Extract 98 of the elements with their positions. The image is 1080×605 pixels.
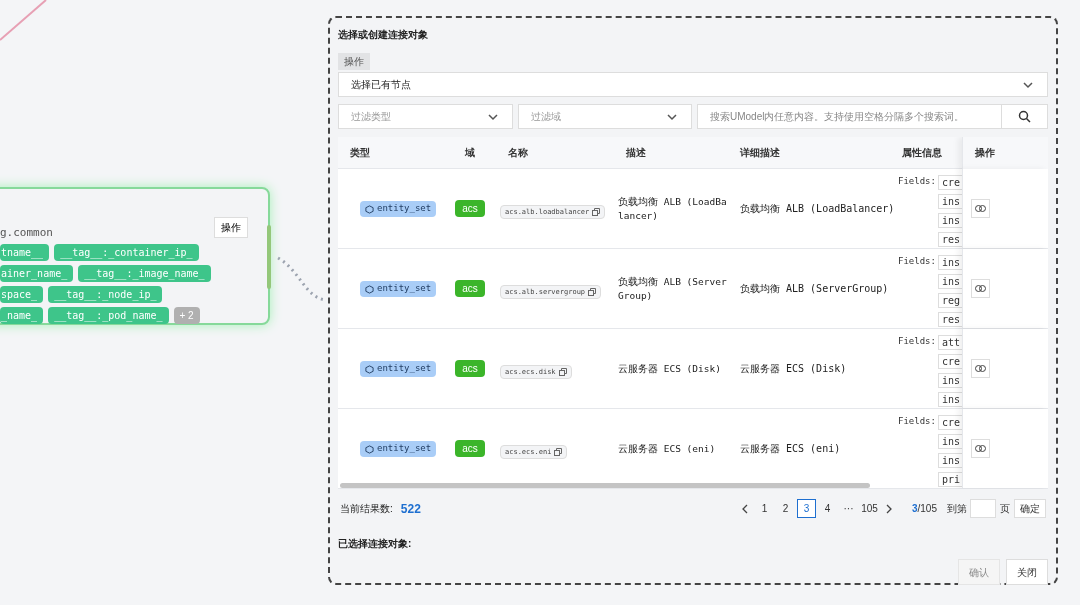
tag: __tag__:_pod_name_: [48, 306, 169, 324]
field-chip: cre: [937, 175, 962, 190]
node-name: g.common: [0, 225, 53, 241]
domain-badge: acs: [455, 360, 485, 377]
fields-label: Fields:: [898, 335, 936, 348]
node-card[interactable]: g.common 操作 tname__ __tag__:_container_ip_ ainer_name_ __tag__:_image_name_ space_ __tag__:_node_ip_ _name_ __tag__:_pod_name_ + 2: [0, 187, 270, 325]
goto-suffix: 页: [1000, 502, 1010, 516]
link-icon: [975, 205, 986, 212]
tag: tname__: [0, 243, 50, 261]
type-badge: entity_set: [360, 361, 437, 377]
detail-cell-text: 负载均衡 ALB (LoadBalancer): [739, 202, 890, 216]
field-chip: pri: [937, 472, 962, 487]
dialog-title: 选择或创建连接对象: [338, 28, 429, 42]
dialog-button: 确认: [958, 559, 1000, 585]
domain-badge: acs: [455, 200, 485, 217]
description-cell-text: 负载均衡 ALB (ServerGroup): [617, 274, 728, 303]
field-chip: att: [937, 335, 962, 350]
page-input[interactable]: [970, 499, 996, 518]
page-button[interactable]: 2: [775, 499, 795, 518]
description-cell-text: 负载均衡 ALB (LoadBalancer): [617, 194, 728, 223]
action-button[interactable]: 操作: [214, 217, 248, 238]
placeholder-text: 过滤域: [531, 110, 561, 124]
tag: space_: [0, 285, 44, 303]
page-button[interactable]: 105: [859, 499, 879, 518]
column-header: 属性信息: [901, 146, 943, 160]
field-chip: ins: [937, 434, 962, 449]
mode-select[interactable]: 选择已有节点: [338, 72, 1048, 97]
search-field[interactable]: 搜索UModel内任意内容。支持使用空格分隔多个搜索词。: [697, 104, 1048, 129]
link-button[interactable]: [971, 199, 990, 218]
search-input[interactable]: 搜索UModel内任意内容。支持使用空格分隔多个搜索词。: [698, 105, 1001, 128]
field-chip: res: [937, 232, 962, 247]
tag: _name_: [0, 306, 44, 324]
fields-label: Fields:: [898, 175, 936, 188]
copy-icon[interactable]: [588, 287, 597, 296]
more-count: + 2: [173, 306, 200, 324]
field-label: 操作: [338, 53, 370, 70]
domain-badge: acs: [455, 440, 485, 457]
copy-icon[interactable]: [554, 447, 563, 456]
link-icon: [975, 445, 986, 452]
domain-badge: acs: [455, 280, 485, 297]
tag: __tag__:_image_name_: [78, 264, 211, 282]
fields-label: Fields:: [898, 255, 936, 268]
goto-label: 到第: [947, 502, 967, 516]
page-indicator: 3/105: [911, 502, 937, 516]
dialog-button[interactable]: 关闭: [1006, 559, 1048, 585]
page-button[interactable]: 4: [817, 499, 837, 518]
cube-icon: [365, 444, 374, 454]
page-button[interactable]: 3: [796, 499, 816, 518]
confirm-page-button[interactable]: 确定: [1014, 499, 1046, 518]
field-chip: ins: [937, 255, 962, 270]
field-chip: cre: [937, 415, 962, 430]
type-badge: entity_set: [360, 441, 437, 457]
detail-cell-text: 负载均衡 ALB (ServerGroup): [739, 282, 890, 296]
tag: __tag__:_container_ip_: [54, 243, 199, 261]
field-chip: ins: [937, 392, 962, 407]
placeholder-text: 过滤类型: [351, 110, 391, 124]
field-chip: cre: [937, 354, 962, 369]
selected-label: 已选择连接对象:: [338, 537, 413, 551]
copy-icon[interactable]: [558, 367, 567, 376]
field-chip: reg: [937, 293, 962, 308]
page-button[interactable]: 1: [754, 499, 774, 518]
column-header: 操作: [962, 137, 1048, 169]
description-cell-text: 云服务器 ECS (eni): [617, 441, 717, 456]
tag: ainer_name_: [0, 264, 74, 282]
scrollbar-thumb[interactable]: [340, 483, 870, 488]
detail-cell-text: 云服务器 ECS (eni): [739, 442, 842, 456]
field-chip: ins: [937, 453, 962, 468]
result-label: 当前结果数:: [340, 502, 393, 516]
field-chip: ins: [937, 194, 962, 209]
detail-cell-text: 云服务器 ECS (Disk): [739, 362, 848, 376]
cube-icon: [365, 284, 374, 294]
tag: __tag__:_node_ip_: [48, 285, 163, 303]
column-header: 详细描述: [739, 146, 781, 160]
copy-icon[interactable]: [592, 207, 601, 216]
column-header: 类型: [349, 146, 371, 160]
fields-label: Fields:: [898, 415, 936, 428]
select-value: 选择已有节点: [351, 78, 411, 92]
result-count: 522: [400, 500, 421, 518]
page-button[interactable]: ···: [838, 499, 858, 518]
connector-line: [0, 0, 47, 41]
cube-icon: [365, 204, 374, 214]
field-chip: ins: [937, 213, 962, 228]
link-button[interactable]: [971, 439, 990, 458]
link-icon: [975, 285, 986, 292]
description-cell-text: 云服务器 ECS (Disk): [617, 361, 722, 376]
field-chip: res: [937, 312, 962, 327]
column-header: 描述: [625, 146, 647, 160]
link-button[interactable]: [971, 279, 990, 298]
type-badge: entity_set: [360, 201, 437, 217]
search-icon: [1018, 110, 1031, 123]
column-header: 名称: [507, 146, 529, 160]
field-chip: ins: [937, 274, 962, 289]
link-button[interactable]: [971, 359, 990, 378]
cube-icon: [365, 364, 374, 374]
column-header: 域: [464, 146, 476, 160]
link-icon: [975, 365, 986, 372]
field-chip: ins: [937, 373, 962, 388]
type-badge: entity_set: [360, 281, 437, 297]
